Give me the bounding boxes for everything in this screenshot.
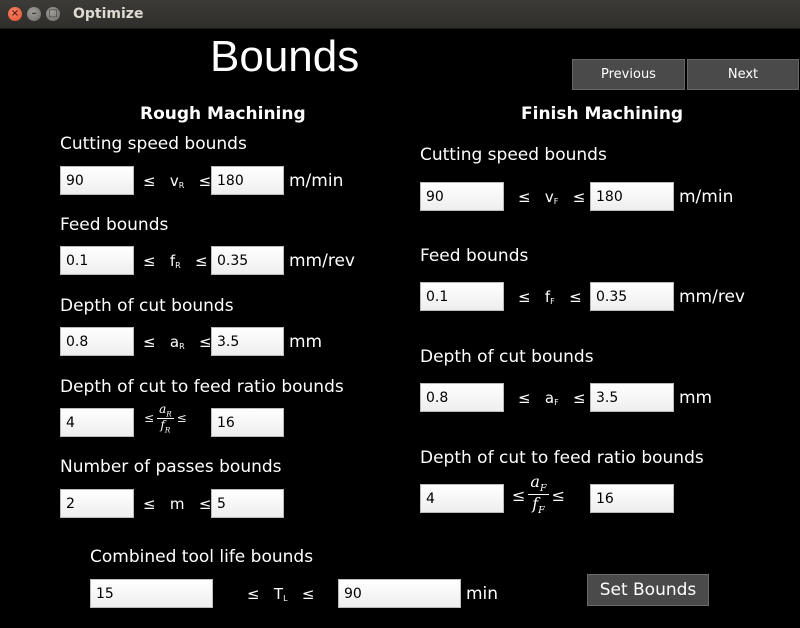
window-titlebar: × – □ Optimize <box>0 0 800 29</box>
rough-passes-symbol: ≤ m ≤ <box>143 495 212 513</box>
finish-depth-label: Depth of cut bounds <box>420 347 594 367</box>
rough-ratio-label: Depth of cut to feed ratio bounds <box>60 377 344 397</box>
window-title: Optimize <box>73 6 144 22</box>
rough-depth-max-input[interactable]: 3.5 <box>211 327 284 356</box>
rough-cutting-speed-symbol: ≤ vR ≤ <box>143 172 212 190</box>
rough-cutting-speed-max-input[interactable]: 180 <box>211 166 284 195</box>
rough-ratio-min-input[interactable]: 4 <box>60 408 134 437</box>
rough-cutting-speed-min-input[interactable]: 90 <box>60 166 134 195</box>
finish-machining-heading: Finish Machining <box>521 104 684 124</box>
rough-cutting-speed-label: Cutting speed bounds <box>60 134 247 154</box>
rough-machining-heading: Rough Machining <box>140 104 306 124</box>
rough-depth-min-input[interactable]: 0.8 <box>60 327 134 356</box>
finish-cutting-speed-min-input[interactable]: 90 <box>420 182 504 211</box>
finish-feed-min-input[interactable]: 0.1 <box>420 282 504 311</box>
next-button[interactable]: Next <box>687 59 799 90</box>
finish-cutting-speed-unit: m/min <box>679 187 734 207</box>
rough-feed-symbol: ≤ fR ≤ <box>143 252 208 270</box>
tool-life-max-input[interactable]: 90 <box>338 579 461 608</box>
finish-feed-symbol: ≤ fF ≤ <box>518 288 582 306</box>
page-title: Bounds <box>210 32 360 81</box>
finish-feed-max-input[interactable]: 0.35 <box>590 282 674 311</box>
tool-life-symbol: ≤ TL ≤ <box>247 585 315 603</box>
finish-ratio-symbol: ≤ aF fF ≤ <box>512 472 566 516</box>
rough-depth-unit: mm <box>289 332 323 352</box>
finish-depth-symbol: ≤ aF ≤ <box>518 389 586 407</box>
rough-passes-min-input[interactable]: 2 <box>60 489 134 518</box>
finish-depth-max-input[interactable]: 3.5 <box>590 383 674 412</box>
tool-life-label: Combined tool life bounds <box>90 547 314 567</box>
finish-cutting-speed-label: Cutting speed bounds <box>420 145 607 165</box>
maximize-icon[interactable]: □ <box>46 7 60 21</box>
set-bounds-button[interactable]: Set Bounds <box>587 574 709 606</box>
rough-feed-max-input[interactable]: 0.35 <box>211 246 284 275</box>
finish-depth-min-input[interactable]: 0.8 <box>420 383 504 412</box>
rough-depth-label: Depth of cut bounds <box>60 296 234 316</box>
rough-ratio-max-input[interactable]: 16 <box>211 408 284 437</box>
rough-feed-unit: mm/rev <box>289 251 355 271</box>
rough-feed-min-input[interactable]: 0.1 <box>60 246 134 275</box>
close-icon[interactable]: × <box>8 7 22 21</box>
minimize-icon[interactable]: – <box>27 7 41 21</box>
finish-ratio-min-input[interactable]: 4 <box>420 484 504 513</box>
finish-ratio-label: Depth of cut to feed ratio bounds <box>420 448 704 468</box>
rough-passes-label: Number of passes bounds <box>60 457 282 477</box>
finish-feed-unit: mm/rev <box>679 287 745 307</box>
finish-feed-label: Feed bounds <box>420 246 529 266</box>
rough-cutting-speed-unit: m/min <box>289 171 344 191</box>
finish-depth-unit: mm <box>679 388 713 408</box>
rough-ratio-symbol: ≤ aR fR ≤ <box>144 402 187 434</box>
tool-life-min-input[interactable]: 15 <box>90 579 213 608</box>
finish-cutting-speed-symbol: ≤ vF ≤ <box>518 188 586 206</box>
previous-button[interactable]: Previous <box>572 59 685 90</box>
tool-life-unit: min <box>466 584 499 604</box>
finish-ratio-max-input[interactable]: 16 <box>590 484 674 513</box>
finish-cutting-speed-max-input[interactable]: 180 <box>590 182 674 211</box>
rough-passes-max-input[interactable]: 5 <box>211 489 284 518</box>
rough-feed-label: Feed bounds <box>60 215 169 235</box>
rough-depth-symbol: ≤ aR ≤ <box>143 333 212 351</box>
